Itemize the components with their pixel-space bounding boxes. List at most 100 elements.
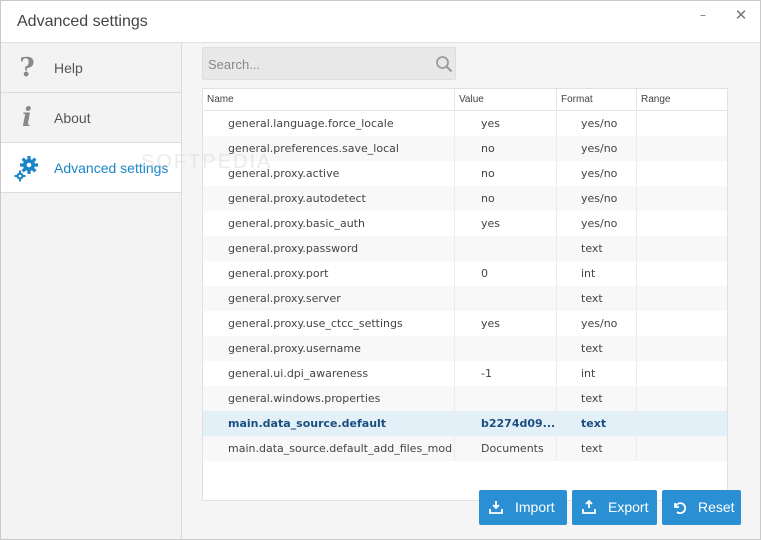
gears-icon xyxy=(13,153,41,183)
column-header-value[interactable]: Value xyxy=(455,89,557,111)
export-button[interactable]: Export xyxy=(572,490,657,525)
table-row[interactable]: general.proxy.autodetect no yes/no xyxy=(203,186,727,211)
sidebar: ? Help i About Advanced settings xyxy=(1,43,182,539)
cell-name: general.proxy.basic_auth xyxy=(203,211,455,236)
table-row[interactable]: general.proxy.username text xyxy=(203,336,727,361)
table-header: Name Value Format Range xyxy=(203,89,727,111)
cell-name: general.proxy.username xyxy=(203,336,455,361)
cell-format: text xyxy=(557,386,637,411)
cell-name: general.proxy.server xyxy=(203,286,455,311)
cell-range xyxy=(637,286,727,311)
export-label: Export xyxy=(608,499,649,515)
import-button[interactable]: Import xyxy=(479,490,567,525)
table-row[interactable]: general.ui.dpi_awareness -1 int xyxy=(203,361,727,386)
search-placeholder: Search... xyxy=(208,57,261,72)
close-button[interactable]: ✕ xyxy=(731,7,751,23)
cell-format: int xyxy=(557,361,637,386)
cell-format: text xyxy=(557,336,637,361)
cell-value: yes xyxy=(455,311,557,336)
cell-range xyxy=(637,411,727,436)
import-label: Import xyxy=(515,499,555,515)
cell-range xyxy=(637,136,727,161)
table-row[interactable]: general.proxy.port 0 int xyxy=(203,261,727,286)
cell-name: general.proxy.use_ctcc_settings xyxy=(203,311,455,336)
cell-format: text xyxy=(557,436,637,461)
cell-range xyxy=(637,161,727,186)
cell-format: text xyxy=(557,286,637,311)
sidebar-item-about[interactable]: i About xyxy=(1,93,181,143)
cell-range xyxy=(637,311,727,336)
cell-format: yes/no xyxy=(557,211,637,236)
cell-value xyxy=(455,236,557,261)
cell-value: Documents xyxy=(455,436,557,461)
cell-name: general.proxy.password xyxy=(203,236,455,261)
undo-icon xyxy=(674,502,686,514)
cell-name: general.proxy.port xyxy=(203,261,455,286)
sidebar-item-label: About xyxy=(54,110,91,126)
table-row[interactable]: general.proxy.server text xyxy=(203,286,727,311)
cell-range xyxy=(637,386,727,411)
import-icon xyxy=(489,501,503,514)
info-icon: i xyxy=(22,103,32,133)
cell-range xyxy=(637,211,727,236)
cell-range xyxy=(637,336,727,361)
table-row[interactable]: general.language.force_locale yes yes/no xyxy=(203,111,727,136)
cell-range xyxy=(637,361,727,386)
cell-value: no xyxy=(455,186,557,211)
cell-value: yes xyxy=(455,211,557,236)
cell-format: yes/no xyxy=(557,311,637,336)
minimize-button[interactable]: – xyxy=(693,7,713,23)
column-header-range[interactable]: Range xyxy=(637,89,727,111)
question-icon: ? xyxy=(19,53,35,83)
table-row[interactable]: general.proxy.active no yes/no xyxy=(203,161,727,186)
column-header-name[interactable]: Name xyxy=(203,89,455,111)
cell-value xyxy=(455,286,557,311)
cell-value xyxy=(455,386,557,411)
table-row[interactable]: general.preferences.save_local no yes/no xyxy=(203,136,727,161)
cell-format: yes/no xyxy=(557,186,637,211)
cell-name: general.ui.dpi_awareness xyxy=(203,361,455,386)
table-row[interactable]: general.windows.properties text xyxy=(203,386,727,411)
cell-value: -1 xyxy=(455,361,557,386)
export-icon xyxy=(582,500,596,514)
cell-value: no xyxy=(455,136,557,161)
cell-range xyxy=(637,236,727,261)
settings-table: Name Value Format Range general.language… xyxy=(202,88,728,501)
cell-range xyxy=(637,436,727,461)
reset-label: Reset xyxy=(698,499,735,515)
cell-name: general.language.force_locale xyxy=(203,111,455,136)
cell-value xyxy=(455,336,557,361)
cell-format: text xyxy=(557,411,637,436)
sidebar-item-help[interactable]: ? Help xyxy=(1,43,181,93)
cell-name: general.proxy.autodetect xyxy=(203,186,455,211)
cell-value: yes xyxy=(455,111,557,136)
cell-range xyxy=(637,111,727,136)
cell-name: main.data_source.default xyxy=(203,411,455,436)
search-input[interactable]: Search... xyxy=(202,47,456,80)
cell-range xyxy=(637,261,727,286)
cell-format: yes/no xyxy=(557,111,637,136)
window-title: Advanced settings xyxy=(17,13,148,30)
watermark: SOFTPEDIA xyxy=(141,151,273,173)
cell-format: text xyxy=(557,236,637,261)
main-content: Search... Name Value Format Range genera… xyxy=(182,43,760,539)
cell-value: 0 xyxy=(455,261,557,286)
cell-name: main.data_source.default_add_files_mod xyxy=(203,436,455,461)
table-row[interactable]: main.data_source.default b2274d09... text xyxy=(203,411,727,436)
cell-name: general.windows.properties xyxy=(203,386,455,411)
sidebar-item-label: Help xyxy=(54,60,83,76)
cell-format: yes/no xyxy=(557,136,637,161)
cell-format: yes/no xyxy=(557,161,637,186)
cell-value: no xyxy=(455,161,557,186)
table-row[interactable]: general.proxy.use_ctcc_settings yes yes/no xyxy=(203,311,727,336)
table-row[interactable]: general.proxy.basic_auth yes yes/no xyxy=(203,211,727,236)
cell-format: int xyxy=(557,261,637,286)
search-icon[interactable] xyxy=(435,55,453,73)
title-bar: Advanced settings – ✕ xyxy=(1,1,760,43)
reset-button[interactable]: Reset xyxy=(662,490,741,525)
settings-window: Advanced settings – ✕ ? Help i About Adv… xyxy=(0,0,761,540)
cell-range xyxy=(637,186,727,211)
table-row[interactable]: general.proxy.password text xyxy=(203,236,727,261)
column-header-format[interactable]: Format xyxy=(557,89,637,111)
table-row[interactable]: main.data_source.default_add_files_mod Do… xyxy=(203,436,727,461)
